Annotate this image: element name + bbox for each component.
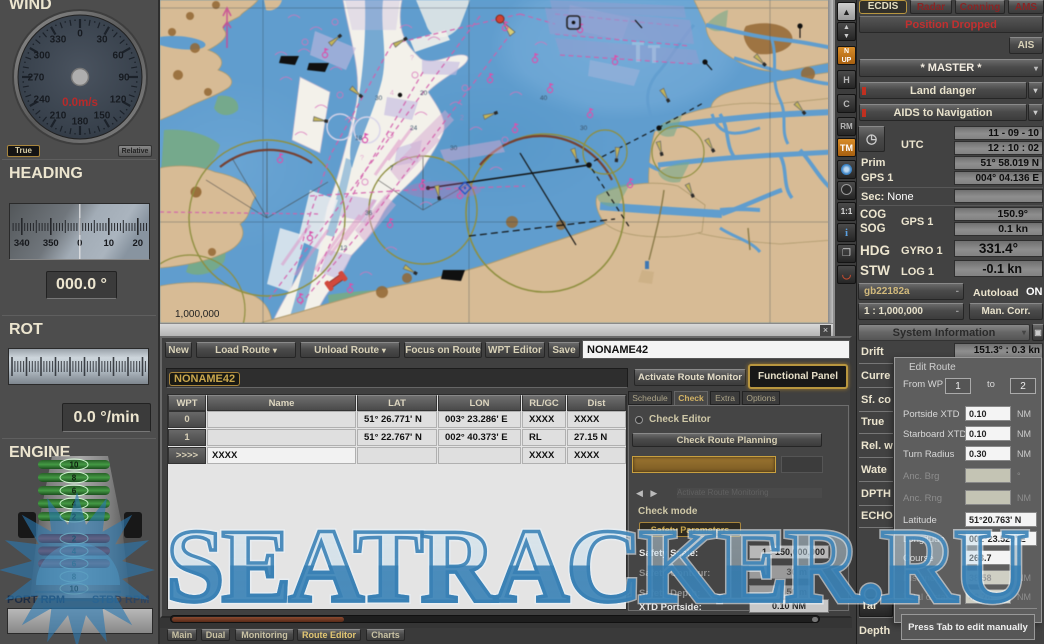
svg-text:24: 24 bbox=[410, 125, 418, 132]
svg-text:240: 240 bbox=[34, 95, 51, 106]
svg-text:350: 350 bbox=[43, 238, 59, 249]
svg-text:30: 30 bbox=[580, 125, 588, 132]
svg-text:210: 210 bbox=[50, 111, 67, 122]
svg-text:180: 180 bbox=[72, 117, 89, 128]
svg-text:0: 0 bbox=[77, 29, 83, 40]
svg-text:60: 60 bbox=[113, 51, 125, 62]
svg-text:30: 30 bbox=[96, 34, 108, 45]
svg-text:10: 10 bbox=[104, 238, 115, 249]
svg-text:20: 20 bbox=[420, 90, 428, 97]
svg-text:150: 150 bbox=[94, 111, 111, 122]
svg-text:300: 300 bbox=[34, 51, 51, 62]
svg-text:40: 40 bbox=[540, 95, 548, 102]
svg-text:7: 7 bbox=[390, 165, 394, 172]
svg-text:8: 8 bbox=[72, 474, 77, 483]
svg-text:18: 18 bbox=[355, 135, 363, 142]
svg-text:120: 120 bbox=[110, 95, 127, 106]
svg-text:30: 30 bbox=[450, 145, 458, 152]
svg-text:4: 4 bbox=[390, 90, 394, 97]
svg-text:?: ? bbox=[410, 55, 414, 62]
svg-text:90: 90 bbox=[118, 73, 130, 84]
svg-text:340: 340 bbox=[14, 238, 30, 249]
svg-text:2: 2 bbox=[460, 115, 464, 122]
svg-text:12: 12 bbox=[340, 245, 348, 252]
svg-text:30: 30 bbox=[375, 95, 383, 102]
svg-text:36: 36 bbox=[365, 210, 373, 217]
svg-text:20: 20 bbox=[133, 238, 144, 249]
svg-text:270: 270 bbox=[28, 73, 45, 84]
svg-text:0.0m/s: 0.0m/s bbox=[62, 97, 98, 109]
svg-text:?: ? bbox=[360, 155, 364, 162]
svg-text:330: 330 bbox=[50, 34, 67, 45]
svg-text:10: 10 bbox=[70, 461, 79, 470]
